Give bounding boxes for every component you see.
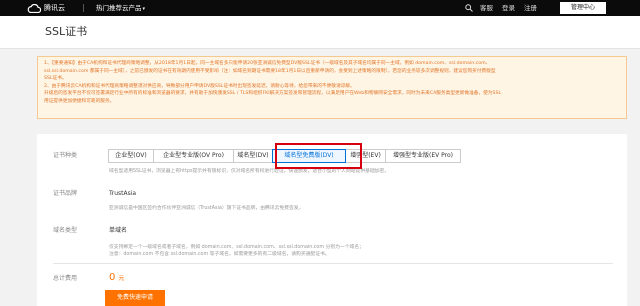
nav-divider — [83, 4, 84, 12]
notice-box: 1、【重要通知】由于CA机构和证书代理商策略调整，从2018年1月1日起，同一主… — [37, 56, 627, 119]
cloud-icon — [27, 3, 41, 13]
nav-link-register[interactable]: 注册 — [524, 3, 537, 13]
price-amount: 0 — [109, 272, 116, 283]
cert-type-label: 证书种类 — [53, 152, 78, 159]
cert-option-ov[interactable]: 企业型(OV) — [108, 149, 154, 163]
notice-line: SSL证书。 — [44, 76, 67, 82]
total-price: 0元 — [109, 272, 124, 285]
brand-value: TrustAsia — [109, 190, 137, 197]
domain-type-description: 仅支持绑定一个一级域名或者子域名，例如 domain.com、ssl.domai… — [109, 245, 364, 250]
cert-type-description: 域名型适用SSL证书，浏览器上有https提示并有锁标识，仅对域名所有权进行验证… — [109, 169, 390, 174]
cert-option-dv[interactable]: 域名型(DV) — [233, 149, 273, 163]
notice-line: 用证提供更加便捷和可靠的服务。 — [44, 98, 115, 104]
logo-text: 腾讯云 — [44, 4, 65, 12]
total-label: 总计费用 — [53, 275, 78, 282]
page-title: SSL证书 — [45, 25, 88, 38]
nav-link-service[interactable]: 客服 — [480, 3, 493, 13]
domain-type-note: 注意：domain.com 不包含 ssl.domain.com 等子域名，如需… — [109, 252, 330, 257]
top-nav-bar: 腾讯云 热门推荐云产品▾ 客服 登录 注册 管理中心 — [0, 0, 640, 16]
notice-line: 升级后的签发平台不仅可签署满足行业中所有的标准和浏览器的要求，并有助于加快颁发S… — [44, 91, 502, 97]
cert-option-ev-pro[interactable]: 增强型专业版(EV Pro) — [385, 149, 461, 163]
brand-description: 亚洲诚信是中国区签约合作伙伴亚洲诚信（TrustAsia）旗下证书品牌，由腾讯云… — [109, 206, 304, 211]
selected-option-highlight — [275, 143, 362, 169]
free-apply-button[interactable]: 免费快速申请 — [105, 290, 165, 306]
notice-line: 2、由于腾讯云CA机构和证书代理商策略调整须对供应商，导致部分用户申请DV版SS… — [44, 83, 355, 89]
page-header: SSL证书 — [0, 16, 640, 49]
products-menu[interactable]: 热门推荐云产品▾ — [96, 3, 145, 14]
form-divider — [53, 263, 613, 264]
console-button[interactable]: 管理中心 — [560, 2, 606, 14]
products-menu-label: 热门推荐云产品 — [96, 4, 142, 12]
notice-line: ssl.ssl.domain.com 都属于同一主域），之前已颁发的证书在有效期… — [44, 68, 496, 74]
notice-line: 1、【重要通知】由于CA机构和证书代理商策略调整，从2018年1月1日起，同一主… — [44, 61, 491, 66]
search-icon[interactable] — [465, 4, 473, 12]
domain-type-label: 域名类型 — [53, 227, 78, 234]
nav-link-login[interactable]: 登录 — [502, 3, 515, 13]
domain-type-value: 单域名 — [109, 227, 128, 234]
chevron-down-icon: ▾ — [142, 6, 146, 12]
brand-label: 证书品牌 — [53, 190, 78, 197]
tencent-cloud-logo[interactable]: 腾讯云 — [27, 2, 65, 14]
cert-option-ov-pro[interactable]: 企业型专业版(OV Pro) — [153, 149, 234, 163]
price-unit: 元 — [118, 275, 125, 282]
